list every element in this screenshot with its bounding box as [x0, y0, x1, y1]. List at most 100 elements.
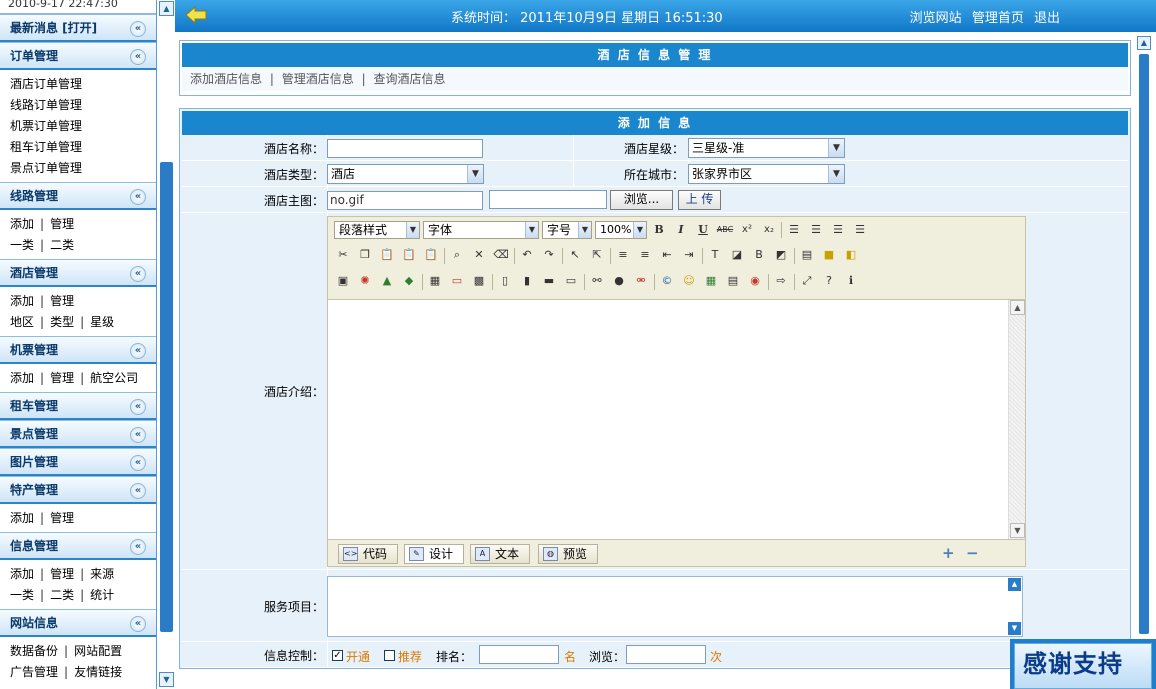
- header-link-admin-home[interactable]: 管理首页: [972, 11, 1024, 26]
- collapse-chevrons-icon[interactable]: «: [130, 399, 146, 415]
- sidebar-scroll-thumb[interactable]: [160, 162, 173, 632]
- zoom-select[interactable]: 100% ▼: [595, 221, 647, 239]
- sidebar-item-link[interactable]: 租车订单管理: [10, 140, 82, 154]
- collapse-chevrons-icon[interactable]: «: [130, 189, 146, 205]
- sidebar-item-link[interactable]: 友情链接: [74, 665, 122, 679]
- subscript-icon[interactable]: x₂: [760, 221, 778, 239]
- content-scroll-thumb[interactable]: [1139, 54, 1149, 634]
- redo-icon[interactable]: ↷: [540, 246, 558, 264]
- sidebar-item-link[interactable]: 类型: [50, 315, 74, 329]
- collapse-chevrons-icon[interactable]: «: [130, 539, 146, 555]
- shrink-minus-icon[interactable]: −: [966, 544, 979, 562]
- sidebar-item-link[interactable]: 星级: [90, 315, 114, 329]
- align-center-icon[interactable]: ☰: [807, 221, 825, 239]
- bold-icon[interactable]: B: [650, 221, 668, 239]
- scroll-down-arrow-icon[interactable]: ▼: [1010, 523, 1025, 538]
- collapse-chevrons-icon[interactable]: «: [130, 483, 146, 499]
- editor-content-area[interactable]: ▲ ▼: [328, 299, 1025, 540]
- hotel-name-input[interactable]: [327, 139, 483, 158]
- sidebar-item-link[interactable]: 添加: [10, 511, 34, 525]
- sidebar-item-link[interactable]: 酒店订单管理: [10, 77, 82, 91]
- header-link-logout[interactable]: 退出: [1034, 11, 1060, 26]
- align-justify-icon[interactable]: ☰: [851, 221, 869, 239]
- globe-link-icon[interactable]: ●: [610, 272, 628, 290]
- tab-code[interactable]: <> 代码: [338, 544, 398, 564]
- services-textarea[interactable]: ▲ ▼: [327, 576, 1023, 637]
- scroll-up-arrow-icon[interactable]: ▲: [1137, 36, 1151, 50]
- tab-text[interactable]: A 文本: [470, 544, 530, 564]
- copy-icon[interactable]: ❐: [356, 246, 374, 264]
- image-icon[interactable]: ▣: [334, 272, 352, 290]
- sidebar-item-link[interactable]: 管理: [50, 511, 74, 525]
- format-brush-icon[interactable]: ◩: [772, 246, 790, 264]
- select-all-icon[interactable]: ⇱: [588, 246, 606, 264]
- date-icon[interactable]: ▤: [724, 272, 742, 290]
- cut-icon[interactable]: ✂: [334, 246, 352, 264]
- table-row-icon[interactable]: ▭: [448, 272, 466, 290]
- sidebar-section-header[interactable]: 订单管理 «: [0, 42, 156, 70]
- delete-icon[interactable]: ✕: [470, 246, 488, 264]
- sidebar-section-header[interactable]: 酒店管理 «: [0, 259, 156, 287]
- marquee-icon[interactable]: ▭: [562, 272, 580, 290]
- back-arrow-icon[interactable]: [185, 6, 207, 24]
- ordered-list-icon[interactable]: ≡: [614, 246, 632, 264]
- sidebar-item-link[interactable]: 一类: [10, 238, 34, 252]
- eraser-icon[interactable]: ⌫: [492, 246, 510, 264]
- flash-icon[interactable]: ✺: [356, 272, 374, 290]
- sidebar-item-link[interactable]: 数据备份: [10, 644, 58, 658]
- table-cell-icon[interactable]: ▩: [470, 272, 488, 290]
- sidebar-item-link[interactable]: 添加: [10, 567, 34, 581]
- link-add-hotel[interactable]: 添加酒店信息: [190, 72, 262, 86]
- sidebar-item-link[interactable]: 二类: [50, 238, 74, 252]
- sidebar-item-link[interactable]: 二类: [50, 588, 74, 602]
- indent-icon[interactable]: ⇥: [680, 246, 698, 264]
- hotel-type-select[interactable]: 酒店 ▼: [327, 164, 484, 184]
- paste-word-icon[interactable]: 📋: [422, 246, 440, 264]
- media-icon[interactable]: ▲: [378, 272, 396, 290]
- layer-icon[interactable]: ◧: [842, 246, 860, 264]
- highlight-icon[interactable]: ◪: [728, 246, 746, 264]
- underline-icon[interactable]: U: [694, 221, 712, 239]
- time-icon[interactable]: ◉: [746, 272, 764, 290]
- sidebar-item-link[interactable]: 管理: [50, 567, 74, 581]
- rank-input[interactable]: [479, 645, 559, 664]
- sidebar-section-header[interactable]: 网站信息 «: [0, 609, 156, 637]
- table-icon[interactable]: ▦: [426, 272, 444, 290]
- scroll-up-arrow-icon[interactable]: ▲: [159, 1, 174, 16]
- hr-icon[interactable]: ▬: [540, 272, 558, 290]
- sidebar-item-link[interactable]: 统计: [90, 588, 114, 602]
- select-icon[interactable]: ↖: [566, 246, 584, 264]
- sidebar-item-link[interactable]: 景点订单管理: [10, 161, 82, 175]
- align-right-icon[interactable]: ☰: [829, 221, 847, 239]
- collapse-chevrons-icon[interactable]: «: [130, 21, 146, 37]
- paragraph-style-select[interactable]: 段落样式 ▼: [334, 221, 420, 239]
- sidebar-item-link[interactable]: 来源: [90, 567, 114, 581]
- file-icon[interactable]: ◆: [400, 272, 418, 290]
- scroll-up-arrow-icon[interactable]: ▲: [1008, 578, 1021, 591]
- file-path-input[interactable]: [489, 190, 607, 209]
- scroll-down-arrow-icon[interactable]: ▼: [159, 672, 174, 687]
- sidebar-scrollbar[interactable]: ▲ ▼: [158, 0, 175, 689]
- sidebar-section-header[interactable]: 线路管理 «: [0, 182, 156, 210]
- sidebar-item-link[interactable]: 线路订单管理: [10, 98, 82, 112]
- sidebar-item-link[interactable]: 添加: [10, 371, 34, 385]
- link-icon[interactable]: ⚯: [588, 272, 606, 290]
- collapse-chevrons-icon[interactable]: «: [130, 266, 146, 282]
- editor-scrollbar[interactable]: ▲ ▼: [1008, 300, 1025, 539]
- export-icon[interactable]: ⇨: [772, 272, 790, 290]
- sidebar-item-link[interactable]: 添加: [10, 217, 34, 231]
- text-color-icon[interactable]: T: [706, 246, 724, 264]
- info-icon[interactable]: ℹ: [842, 272, 860, 290]
- content-scrollbar[interactable]: ▲: [1137, 36, 1151, 636]
- collapse-chevrons-icon[interactable]: «: [130, 49, 146, 65]
- sidebar-item-link[interactable]: 管理: [50, 294, 74, 308]
- strikethrough-icon[interactable]: ABC: [716, 221, 734, 239]
- unordered-list-icon[interactable]: ≡: [636, 246, 654, 264]
- hotel-star-select[interactable]: 三星级-准 ▼: [688, 138, 845, 158]
- align-left-icon[interactable]: ☰: [785, 221, 803, 239]
- sidebar-item-link[interactable]: 机票订单管理: [10, 119, 82, 133]
- font-size-select[interactable]: 字号 ▼: [542, 221, 592, 239]
- font-family-select[interactable]: 字体 ▼: [423, 221, 539, 239]
- sidebar-item-link[interactable]: 航空公司: [90, 371, 138, 385]
- browse-button[interactable]: 浏览...: [610, 190, 673, 210]
